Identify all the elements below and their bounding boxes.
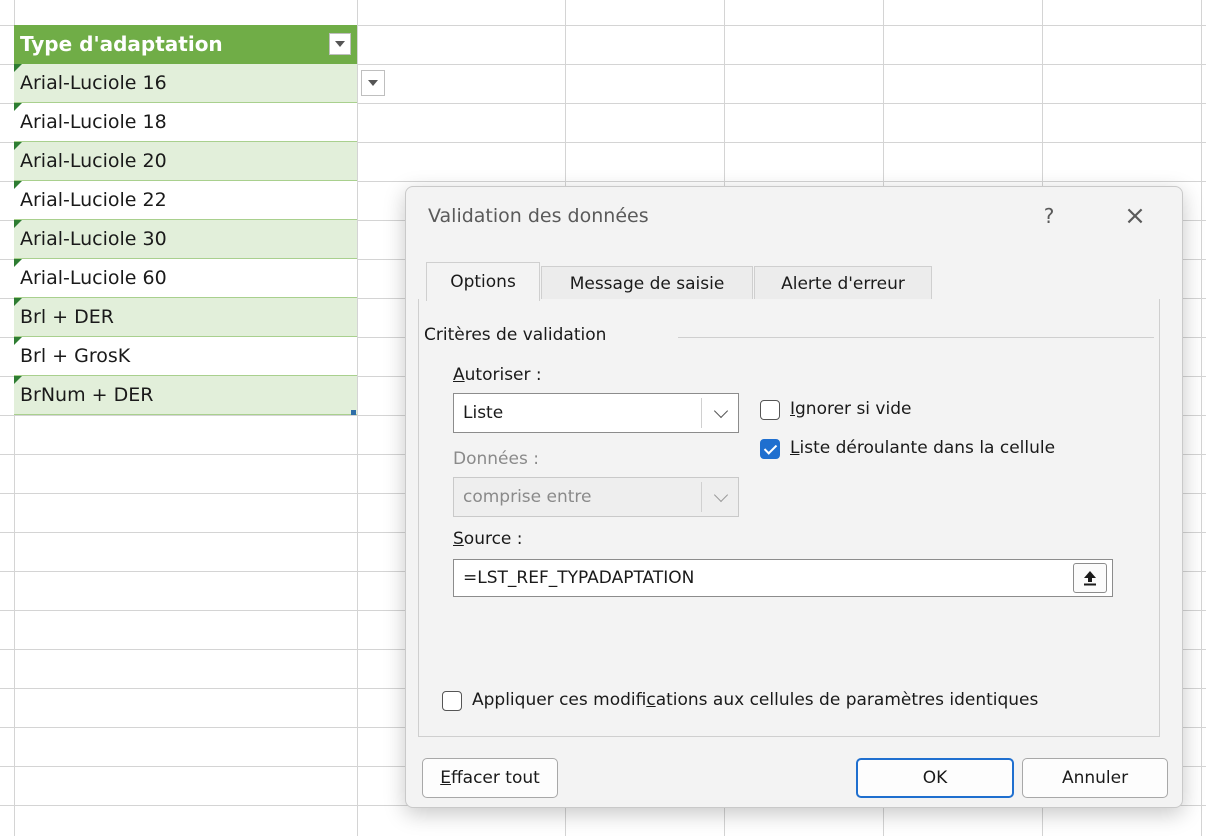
in-cell-dropdown-checkbox[interactable] [760, 439, 780, 459]
apply-same-settings-checkbox[interactable] [442, 691, 462, 711]
in-cell-dropdown-label[interactable]: Liste déroulante dans la cellule [790, 438, 1055, 458]
table-row[interactable]: Brl + GrosK [14, 337, 357, 376]
cell-dropdown-icon[interactable] [361, 70, 385, 96]
table-row[interactable]: BrNum + DER [14, 376, 357, 415]
table-row[interactable]: Arial-Luciole 22 [14, 181, 357, 220]
table-row[interactable]: Arial-Luciole 18 [14, 103, 357, 142]
table-row[interactable]: Arial-Luciole 30 [14, 220, 357, 259]
close-icon[interactable]: × [1118, 201, 1152, 231]
ok-button[interactable]: OK [856, 758, 1014, 798]
table-cell-text: Arial-Luciole 22 [20, 189, 167, 211]
data-select-value: comprise entre [463, 487, 592, 507]
table-cell-text: Arial-Luciole 16 [20, 72, 167, 94]
upload-arrow-icon [1084, 571, 1096, 586]
table-row[interactable]: Brl + DER [14, 298, 357, 337]
allow-select-value: Liste [463, 403, 504, 423]
ignore-blank-label[interactable]: Ignorer si vide [790, 399, 911, 419]
grid-line [357, 0, 358, 836]
error-indicator-icon [14, 142, 22, 150]
error-indicator-icon [14, 259, 22, 267]
filter-dropdown-icon[interactable] [329, 33, 351, 55]
error-indicator-icon [14, 376, 22, 384]
table-cell-text: Brl + DER [20, 306, 114, 328]
table-cell-text: BrNum + DER [20, 384, 154, 406]
dialog-title: Validation des données [428, 205, 649, 227]
grid-line [1201, 0, 1202, 836]
tab-options[interactable]: Options [426, 262, 540, 301]
source-label: Source : [453, 529, 523, 549]
table-row[interactable]: Arial-Luciole 20 [14, 142, 357, 181]
chevron-down-icon [713, 403, 729, 419]
validation-criteria-heading: Critères de validation [424, 325, 615, 345]
select-separator [701, 482, 702, 512]
table-cell-text: Arial-Luciole 60 [20, 267, 167, 289]
table-row[interactable]: Arial-Luciole 60 [14, 259, 357, 298]
table-header-label: Type d'adaptation [20, 32, 223, 56]
tab-input-message[interactable]: Message de saisie [541, 266, 753, 300]
source-input[interactable]: =LST_REF_TYPADAPTATION [453, 559, 1113, 597]
clear-all-button[interactable]: Effacer tout [422, 758, 558, 798]
apply-same-settings-label[interactable]: Appliquer ces modifications aux cellules… [472, 690, 1038, 710]
error-indicator-icon [14, 337, 22, 345]
table-resize-handle[interactable] [351, 410, 356, 415]
table-row[interactable]: Arial-Luciole 16 [14, 64, 357, 103]
data-select[interactable]: comprise entre [453, 477, 739, 517]
table-header-cell[interactable]: Type d'adaptation [14, 25, 357, 64]
error-indicator-icon [14, 298, 22, 306]
table-cell-text: Brl + GrosK [20, 345, 131, 367]
table-cell-text: Arial-Luciole 30 [20, 228, 167, 250]
cancel-button[interactable]: Annuler [1022, 758, 1168, 798]
data-validation-dialog: Validation des données ? × Options Messa… [405, 186, 1183, 808]
error-indicator-icon [14, 64, 22, 72]
help-icon[interactable]: ? [1034, 201, 1064, 231]
error-indicator-icon [14, 220, 22, 228]
ignore-blank-checkbox[interactable] [760, 400, 780, 420]
table-cell-text: Arial-Luciole 20 [20, 150, 167, 172]
allow-select[interactable]: Liste [453, 393, 739, 433]
data-label: Données : [453, 449, 539, 469]
select-separator [701, 398, 702, 428]
allow-label: Autoriser : [453, 365, 542, 385]
tab-error-alert[interactable]: Alerte d'erreur [754, 266, 932, 300]
error-indicator-icon [14, 181, 22, 189]
table-cell-text: Arial-Luciole 18 [20, 111, 167, 133]
collapse-dialog-button[interactable] [1073, 563, 1107, 593]
group-divider [678, 337, 1154, 338]
error-indicator-icon [14, 103, 22, 111]
chevron-down-icon [713, 487, 729, 503]
